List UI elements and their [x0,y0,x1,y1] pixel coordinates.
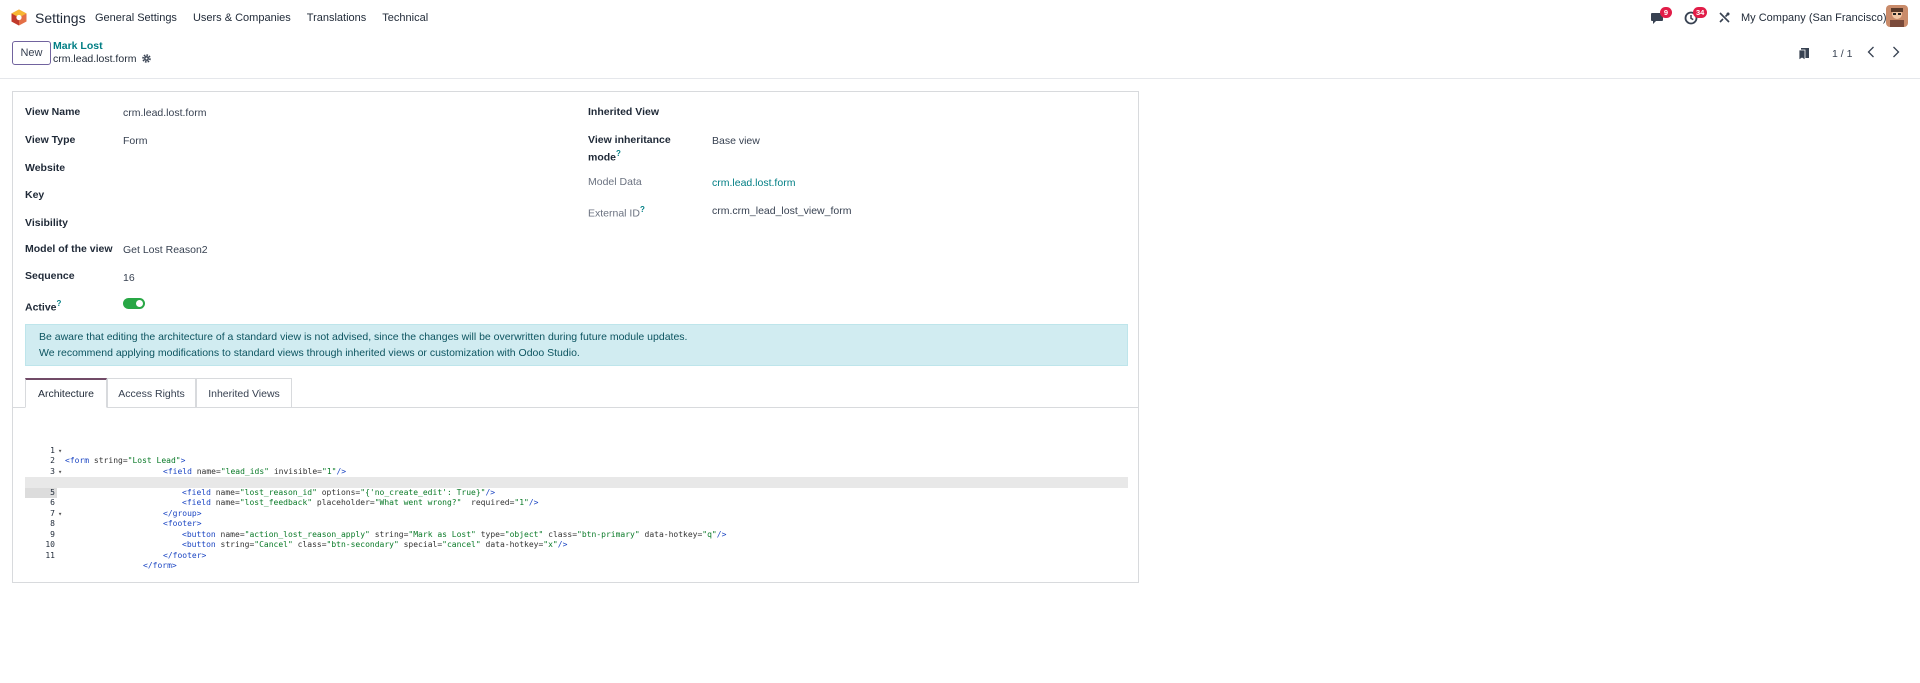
gear-icon[interactable] [141,53,152,64]
website-label: Website [25,162,66,174]
model-data-link[interactable]: crm.lead.lost.form [712,177,795,189]
activities-button[interactable]: 34 [1684,7,1708,26]
sequence-value[interactable]: 16 [123,272,135,284]
pager-previous-button[interactable] [1864,45,1878,59]
warning-line-1: Be aware that editing the architecture o… [39,331,688,343]
messages-button[interactable]: 9 [1650,7,1672,26]
code-line: 8 <button name="action_lost_reason_apply… [25,509,1128,539]
tab-inherited-views[interactable]: Inherited Views [196,378,292,408]
view-name-value[interactable]: crm.lead.lost.form [123,107,206,119]
external-id-help-icon[interactable]: ? [640,205,645,214]
code-text: </form> [143,561,177,570]
form-sheet: View Name crm.lead.lost.form View Type F… [12,91,1139,583]
view-type-value[interactable]: Form [123,135,148,147]
view-name-label: View Name [25,106,81,118]
breadcrumb-current: crm.lead.lost.form [53,53,137,65]
messages-badge: 9 [1660,7,1672,18]
pager-next-button[interactable] [1889,45,1903,59]
menu-translations[interactable]: Translations [307,12,367,24]
visibility-label: Visibility [25,217,68,229]
code-line: 9 <button string="Cancel" class="btn-sec… [25,519,1128,550]
tab-access-rights[interactable]: Access Rights [107,378,196,408]
external-id-label-text: External ID [588,207,640,220]
activities-badge: 34 [1693,7,1708,18]
main-menu: General Settings Users & Companies Trans… [95,12,444,24]
sequence-label: Sequence [25,270,75,282]
inheritance-mode-label: View inheritance mode? [588,134,671,165]
key-label: Key [25,189,45,201]
active-label-text: Active [25,301,57,314]
user-avatar[interactable] [1886,5,1908,27]
code-line: 11 </form> [25,540,1128,571]
pager-value[interactable]: 1 / 1 [1832,48,1852,60]
line-number: 11 [45,550,55,560]
active-help-icon[interactable]: ? [57,299,62,308]
chevron-left-icon [1867,46,1874,58]
code-line: 4 <field name="lost_reason_id" options="… [25,467,1128,497]
model-value[interactable]: Get Lost Reason2 [123,244,208,256]
code-line: 7 ▾ <footer> [25,498,1128,529]
company-switcher[interactable]: My Company (San Francisco) [1741,12,1887,24]
code-line: 10 </footer> [25,530,1128,560]
code-line: 1 ▾ <form string="Lost Lead"> [25,435,1128,466]
standard-view-warning: Be aware that editing the architecture o… [25,324,1128,366]
chevron-right-icon [1893,46,1900,58]
tab-architecture[interactable]: Architecture [25,378,107,408]
external-id-value[interactable]: crm.crm_lead_lost_view_form [712,205,851,217]
control-panel: New Mark Lost crm.lead.lost.form 1 / 1 [0,35,1920,79]
bookmark-icon[interactable] [1798,47,1810,61]
code-line: 2 <field name="lead_ids" invisible="1"/> [25,446,1128,476]
new-button[interactable]: New [12,41,51,65]
active-toggle[interactable] [123,298,145,309]
model-label: Model of the view [25,243,113,255]
notebook-tabs: Architecture Access Rights Inherited Vie… [13,378,1138,408]
code-line-active: 5 <field name="lost_feedback" placeholde… [25,477,1128,507]
warning-line-2: We recommend applying modifications to s… [39,347,580,359]
app-name[interactable]: Settings [35,10,86,26]
inheritance-mode-label-line1: View inheritance [588,134,671,146]
menu-technical[interactable]: Technical [382,12,428,24]
architecture-code-editor[interactable]: 1 ▾ <form string="Lost Lead"> 2 <field na… [25,435,1128,570]
code-line: 3▾ <group> [25,456,1128,487]
external-id-label: External ID? [588,203,645,221]
app-logo-icon[interactable] [11,9,27,26]
model-data-label: Model Data [588,176,642,188]
inheritance-mode-label-line2: mode [588,151,617,164]
debug-tools-icon[interactable] [1718,11,1731,24]
view-type-label: View Type [25,134,76,146]
code-line: 6 </group> [25,488,1128,518]
inheritance-mode-value[interactable]: Base view [712,135,760,147]
menu-general-settings[interactable]: General Settings [95,12,177,24]
breadcrumb-parent[interactable]: Mark Lost [53,40,103,52]
avatar-image-icon [1886,5,1908,27]
menu-users-companies[interactable]: Users & Companies [193,12,291,24]
inherited-view-label: Inherited View [588,106,659,118]
active-label: Active? [25,297,61,315]
code-text: </footer> [163,550,207,560]
inheritance-mode-help-icon[interactable]: ? [616,149,621,158]
top-navbar: Settings General Settings Users & Compan… [0,0,1920,35]
